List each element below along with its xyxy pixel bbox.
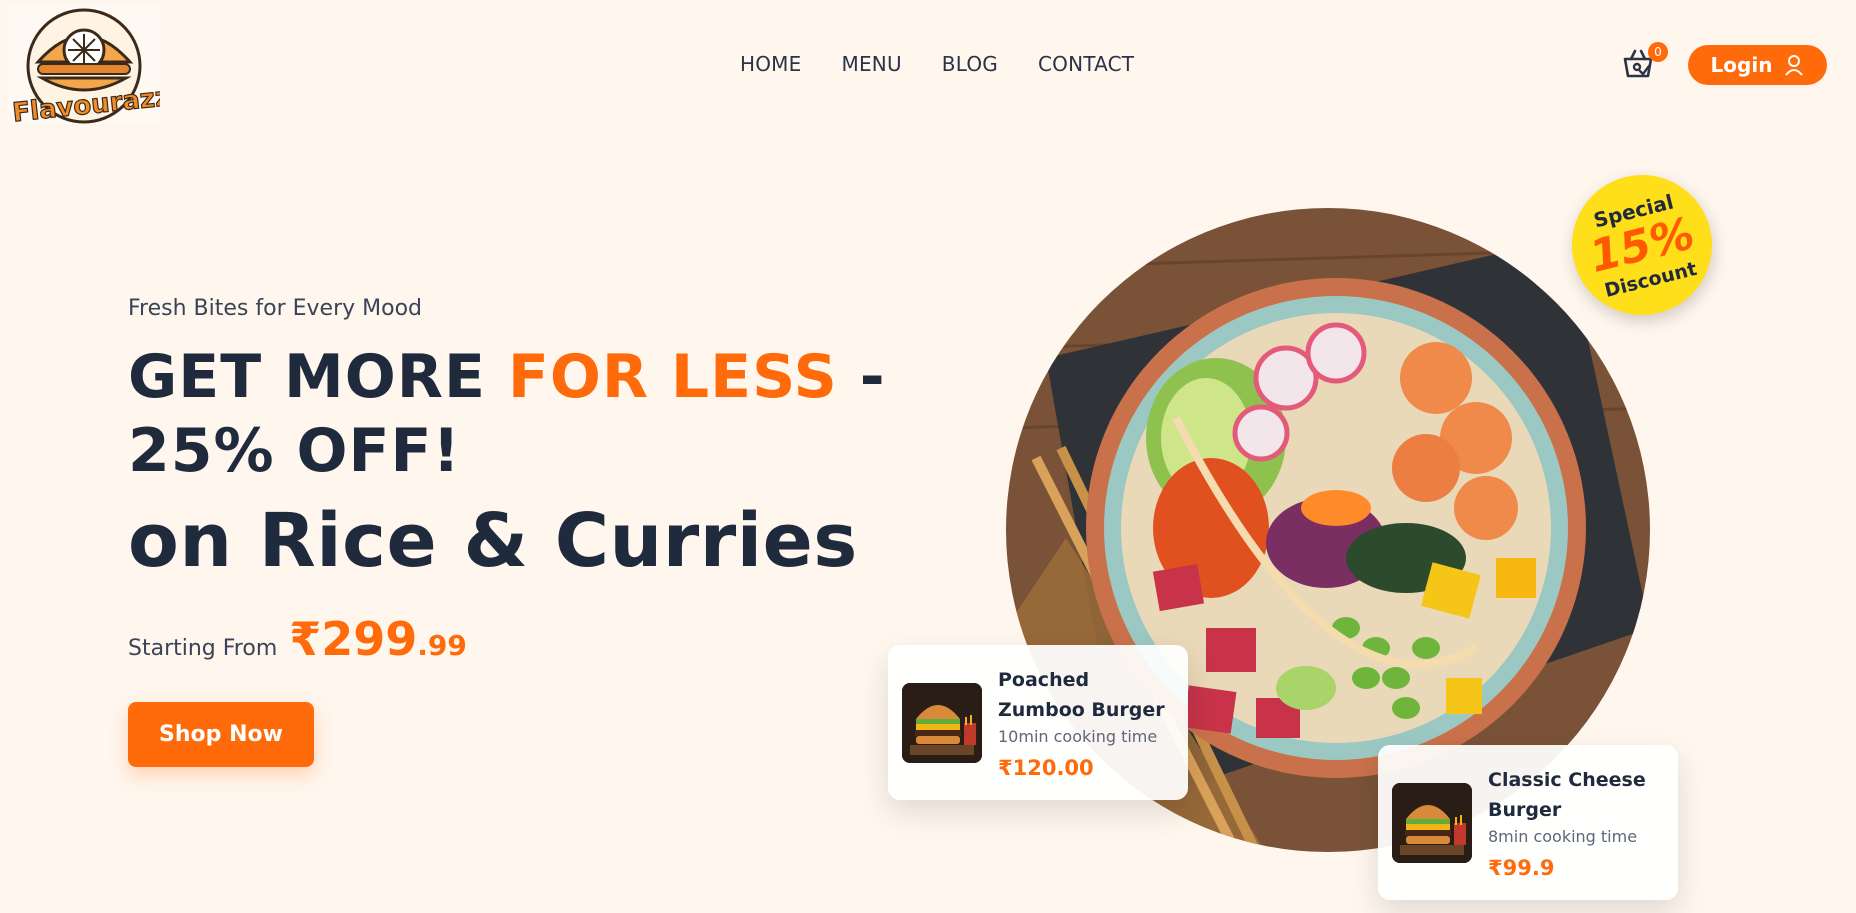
product-cooking-time: 10min cooking time <box>998 727 1158 746</box>
price-value: ₹299.99 <box>289 612 467 666</box>
price-label: Starting From <box>128 636 278 661</box>
hero-subheadline: on Rice & Curries <box>128 498 858 584</box>
headline-highlight: FOR LESS <box>507 342 838 412</box>
product-price: ₹99.9 <box>1488 856 1555 880</box>
product-cooking-time: 8min cooking time <box>1488 827 1638 846</box>
product-info: Classic Cheese Burger 8min cooking time … <box>1488 765 1664 880</box>
product-name: Classic Cheese Burger <box>1488 769 1646 821</box>
burger-image <box>1392 782 1472 863</box>
burger-image <box>902 682 982 763</box>
user-icon <box>1785 55 1804 76</box>
product-card[interactable]: Classic Cheese Burger 8min cooking time … <box>1378 745 1678 900</box>
price-cents: .99 <box>417 629 467 662</box>
nav-contact[interactable]: CONTACT <box>1038 52 1134 76</box>
nav-menu[interactable]: MENU <box>841 52 901 76</box>
nav-home[interactable]: HOME <box>740 52 801 76</box>
product-name: Poached Zumboo Burger <box>998 669 1165 721</box>
brand-logo[interactable]: Flavourazzi <box>8 4 160 124</box>
product-thumbnail <box>1392 782 1472 863</box>
hero-headline: GET MORE FOR LESS - 25% OFF! <box>128 340 948 488</box>
login-label: Login <box>1710 53 1773 77</box>
product-info: Poached Zumboo Burger 10min cooking time… <box>998 665 1174 780</box>
product-thumbnail <box>902 682 982 763</box>
discount-badge: Special 15% Discount <box>1557 160 1727 330</box>
shop-now-button[interactable]: Shop Now <box>128 702 314 767</box>
login-button[interactable]: Login <box>1688 45 1827 85</box>
product-card[interactable]: Poached Zumboo Burger 10min cooking time… <box>888 645 1188 800</box>
cart-count-badge: 0 <box>1648 42 1668 62</box>
product-price: ₹120.00 <box>998 756 1094 780</box>
main-nav: HOME MENU BLOG CONTACT <box>740 52 1134 76</box>
cart-button[interactable]: 0 <box>1620 42 1668 84</box>
hero-price: Starting From ₹299.99 <box>128 612 467 666</box>
headline-part1: GET MORE <box>128 342 508 412</box>
burger-logo-icon: Flavourazzi <box>10 8 160 124</box>
price-main: ₹299 <box>289 612 418 666</box>
hero-tagline: Fresh Bites for Every Mood <box>128 296 422 321</box>
nav-blog[interactable]: BLOG <box>942 52 998 76</box>
